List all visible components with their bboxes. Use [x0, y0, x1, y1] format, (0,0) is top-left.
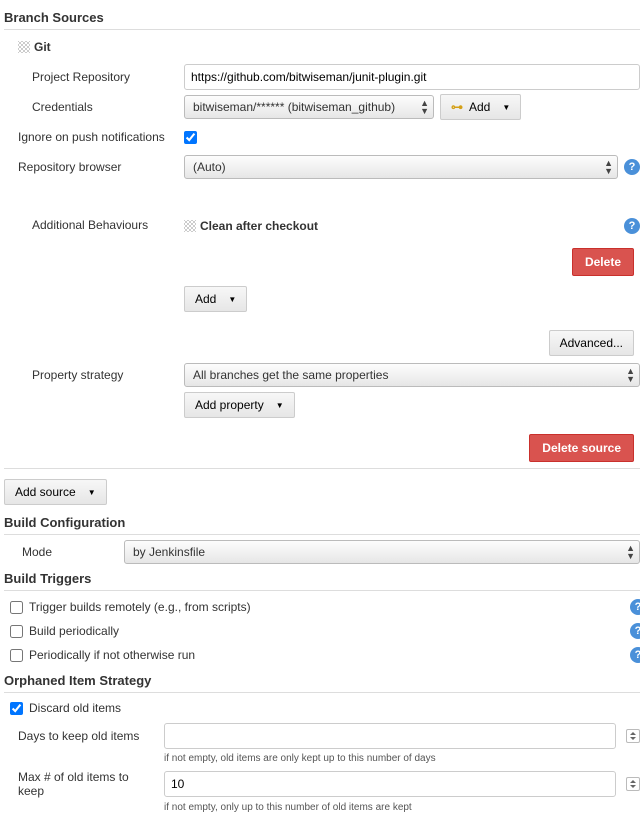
- max-label: Max # of old items to keep: [4, 770, 164, 798]
- chevron-down-icon: ▼: [228, 295, 236, 304]
- add-source-button[interactable]: Add source ▼: [4, 479, 107, 505]
- chevron-down-icon: ▼: [88, 488, 96, 497]
- days-label: Days to keep old items: [4, 729, 164, 743]
- credentials-add-button[interactable]: ⊶ Add ▼: [440, 94, 521, 120]
- caret-icon: ▲▼: [420, 99, 429, 115]
- project-repo-label: Project Repository: [4, 70, 184, 84]
- build-triggers-header: Build Triggers: [4, 571, 640, 591]
- project-repo-input[interactable]: [184, 64, 640, 90]
- property-strategy-value: All branches get the same properties: [193, 368, 388, 382]
- behaviour-add-button[interactable]: Add ▼: [184, 286, 247, 312]
- behaviour-delete-button[interactable]: Delete: [572, 248, 634, 276]
- credentials-select[interactable]: bitwiseman/****** (bitwiseman_github) ▲▼: [184, 95, 434, 119]
- trigger-periodic-checkbox[interactable]: [10, 625, 23, 638]
- add-property-button[interactable]: Add property ▼: [184, 392, 295, 418]
- chevron-down-icon: ▼: [502, 103, 510, 112]
- days-hint: if not empty, old items are only kept up…: [164, 753, 640, 764]
- behaviour-item: Clean after checkout: [184, 219, 318, 233]
- add-property-label: Add property: [195, 398, 264, 412]
- delete-source-button[interactable]: Delete source: [529, 434, 634, 462]
- help-icon[interactable]: ?: [630, 623, 640, 639]
- additional-behaviours-label: Additional Behaviours: [4, 218, 184, 232]
- ignore-push-label: Ignore on push notifications: [4, 130, 184, 144]
- repo-browser-label: Repository browser: [4, 160, 184, 174]
- build-config-header: Build Configuration: [4, 515, 640, 535]
- discard-checkbox[interactable]: [10, 702, 23, 715]
- help-icon[interactable]: ?: [624, 159, 640, 175]
- max-input[interactable]: [164, 771, 616, 797]
- drag-icon[interactable]: [18, 41, 30, 53]
- trigger-otherwise-row: Periodically if not otherwise run ?: [4, 643, 640, 667]
- mode-label: Mode: [4, 545, 124, 559]
- caret-icon: ▲▼: [604, 159, 613, 175]
- caret-icon: ▲▼: [626, 544, 635, 560]
- git-source-title: Git: [4, 34, 640, 60]
- credentials-value: bitwiseman/****** (bitwiseman_github): [193, 100, 395, 114]
- behaviour-add-label: Add: [195, 292, 216, 306]
- trigger-remote-label: Trigger builds remotely (e.g., from scri…: [29, 600, 251, 614]
- key-icon: ⊶: [451, 100, 463, 114]
- chevron-down-icon: ▼: [276, 401, 284, 410]
- discard-label: Discard old items: [29, 701, 121, 715]
- git-title-text: Git: [34, 40, 51, 54]
- days-input[interactable]: [164, 723, 616, 749]
- mode-value: by Jenkinsfile: [133, 545, 205, 559]
- trigger-periodic-row: Build periodically ?: [4, 619, 640, 643]
- drag-icon[interactable]: [184, 220, 196, 232]
- trigger-remote-row: Trigger builds remotely (e.g., from scri…: [4, 595, 640, 619]
- help-icon[interactable]: ?: [630, 647, 640, 663]
- orphaned-header: Orphaned Item Strategy: [4, 673, 640, 693]
- number-spinner[interactable]: [626, 729, 640, 743]
- credentials-label: Credentials: [4, 100, 184, 114]
- credentials-add-label: Add: [469, 100, 490, 114]
- behaviour-title-text: Clean after checkout: [200, 219, 318, 233]
- help-icon[interactable]: ?: [630, 599, 640, 615]
- caret-icon: ▲▼: [626, 367, 635, 383]
- ignore-push-checkbox[interactable]: [184, 131, 197, 144]
- repo-browser-select[interactable]: (Auto) ▲▼: [184, 155, 618, 179]
- add-source-label: Add source: [15, 485, 76, 499]
- mode-select[interactable]: by Jenkinsfile ▲▼: [124, 540, 640, 564]
- trigger-otherwise-label: Periodically if not otherwise run: [29, 648, 195, 662]
- branch-sources-header: Branch Sources: [4, 10, 640, 30]
- repo-browser-value: (Auto): [193, 160, 226, 174]
- max-hint: if not empty, only up to this number of …: [164, 802, 640, 813]
- trigger-otherwise-checkbox[interactable]: [10, 649, 23, 662]
- property-strategy-select[interactable]: All branches get the same properties ▲▼: [184, 363, 640, 387]
- discard-row: Discard old items: [4, 697, 640, 719]
- trigger-periodic-label: Build periodically: [29, 624, 119, 638]
- number-spinner[interactable]: [626, 777, 640, 791]
- advanced-button[interactable]: Advanced...: [549, 330, 634, 356]
- help-icon[interactable]: ?: [624, 218, 640, 234]
- property-strategy-label: Property strategy: [4, 368, 184, 382]
- trigger-remote-checkbox[interactable]: [10, 601, 23, 614]
